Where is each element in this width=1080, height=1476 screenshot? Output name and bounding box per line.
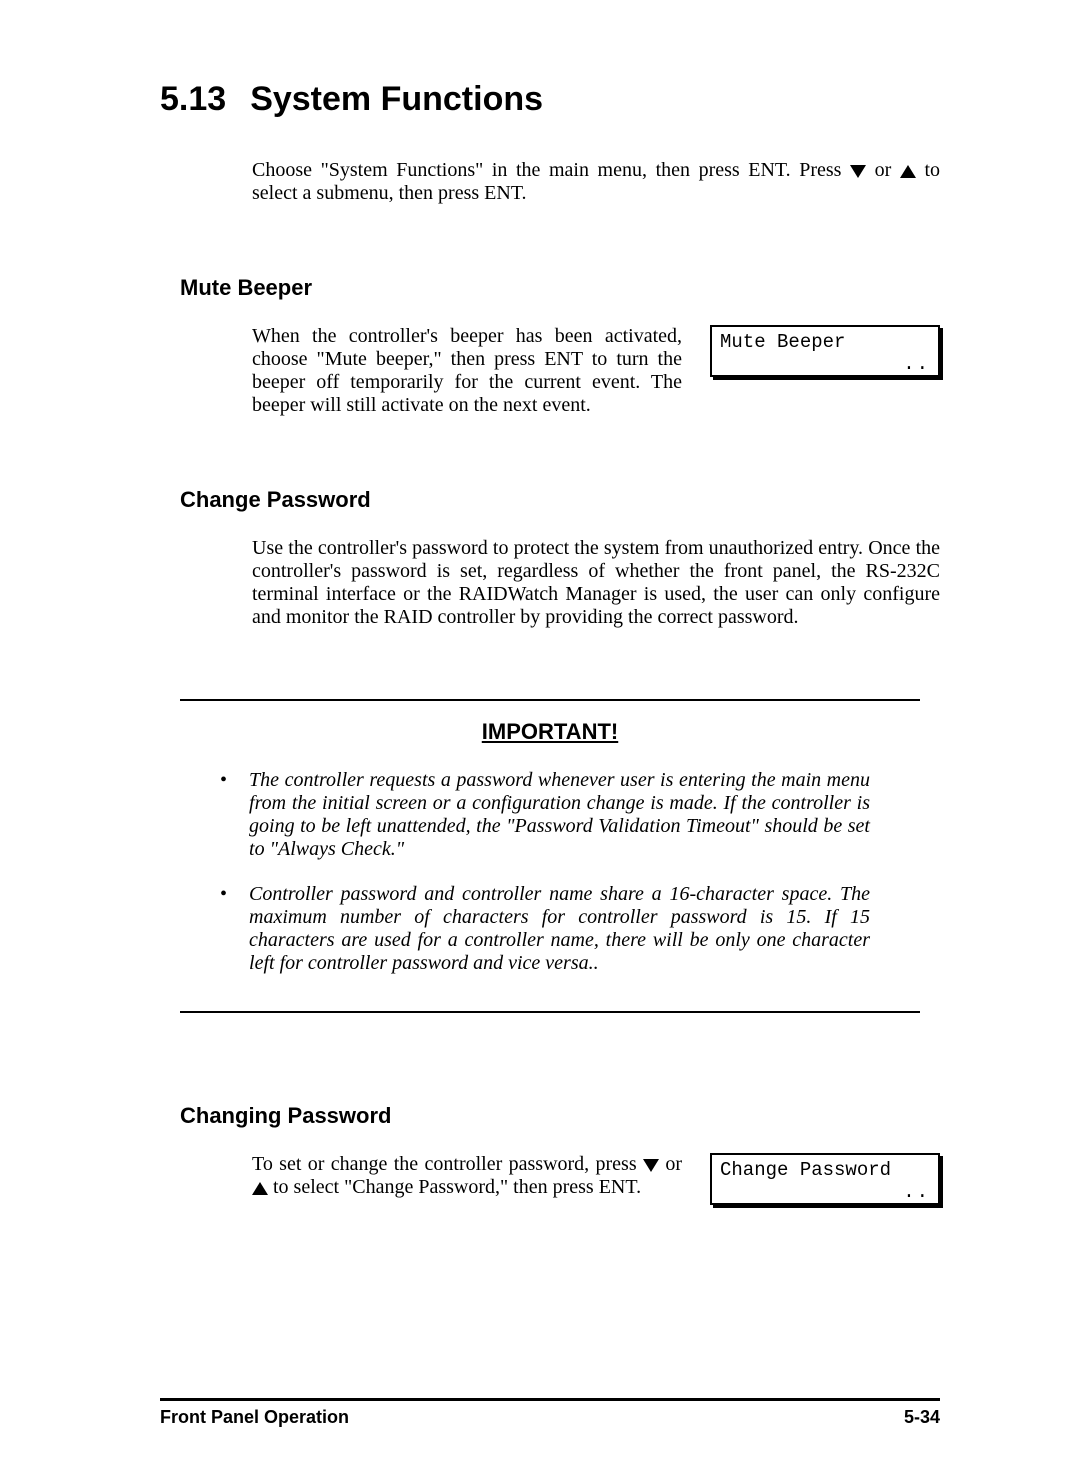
important-text-2: Controller password and controller name … <box>249 883 870 975</box>
intro-text-2: or <box>875 159 900 181</box>
mute-beeper-lcd: Mute Beeper .. <box>710 325 940 377</box>
important-item-2: • Controller password and controller nam… <box>220 883 870 975</box>
changing-text-3: to select "Change Password," then press … <box>273 1176 641 1198</box>
mute-beeper-heading: Mute Beeper <box>180 275 940 301</box>
changing-text-1: To set or change the controller password… <box>252 1153 643 1175</box>
footer-right: 5-34 <box>904 1407 940 1428</box>
section-title-text: System Functions <box>250 80 543 118</box>
up-arrow-icon <box>900 165 916 178</box>
lcd-line2: .. <box>720 1181 930 1203</box>
down-arrow-icon <box>643 1159 659 1172</box>
change-password-block: Use the controller's password to protect… <box>252 537 940 629</box>
changing-password-heading: Changing Password <box>180 1103 940 1129</box>
section-number: 5.13 <box>160 80 226 118</box>
lcd-line1: Mute Beeper <box>720 331 930 353</box>
intro-paragraph: Choose "System Functions" in the main me… <box>252 159 940 205</box>
lcd-line1: Change Password <box>720 1159 930 1181</box>
changing-password-text: To set or change the controller password… <box>252 1153 682 1199</box>
changing-password-block: To set or change the controller password… <box>252 1153 940 1199</box>
down-arrow-icon <box>850 165 866 178</box>
bullet-icon: • <box>220 769 227 861</box>
important-title: IMPORTANT! <box>180 719 920 745</box>
changing-text-2: or <box>665 1153 682 1175</box>
section-heading: 5.13 System Functions <box>160 80 940 119</box>
lcd-line2: .. <box>720 353 930 375</box>
page-footer: Front Panel Operation 5-34 <box>160 1398 940 1428</box>
important-text-1: The controller requests a password whene… <box>249 769 870 861</box>
footer-left: Front Panel Operation <box>160 1407 349 1428</box>
important-item-1: • The controller requests a password whe… <box>220 769 870 861</box>
bullet-icon: • <box>220 883 227 975</box>
up-arrow-icon <box>252 1182 268 1195</box>
change-password-heading: Change Password <box>180 487 940 513</box>
important-block: IMPORTANT! • The controller requests a p… <box>180 699 920 1013</box>
mute-beeper-text: When the controller's beeper has been ac… <box>252 325 682 417</box>
mute-beeper-block: When the controller's beeper has been ac… <box>252 325 940 417</box>
intro-text-1: Choose "System Functions" in the main me… <box>252 159 850 181</box>
change-password-lcd: Change Password .. <box>710 1153 940 1205</box>
change-password-text: Use the controller's password to protect… <box>252 537 940 629</box>
